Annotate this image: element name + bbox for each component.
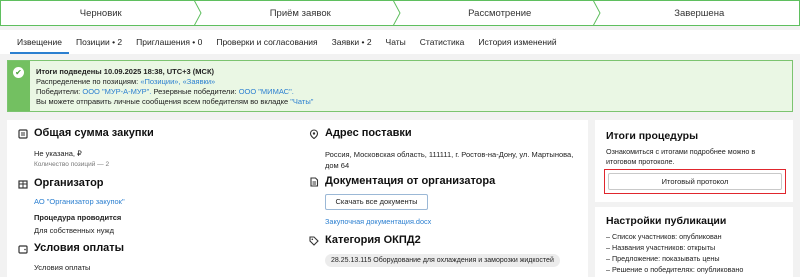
step-completed: Завершена (599, 0, 800, 26)
notice-line-winners: Победители: ООО "МУР-А-МУР". Резервные п… (36, 87, 313, 97)
procurement-info-card: Общая сумма закупки Не указана, ₽ Количе… (7, 120, 588, 277)
list-item: Предложение: показывать цены (606, 253, 743, 264)
wallet-icon (18, 245, 28, 254)
payment-value: Условия оплаты (34, 263, 91, 272)
tab-checks[interactable]: Проверки и согласования (209, 30, 324, 54)
org-title: Организатор (34, 177, 104, 189)
final-protocol-button[interactable]: Итоговый протокол (608, 173, 782, 190)
publication-title: Настройки публикации (606, 215, 727, 227)
list-item: Список участников: опубликован (606, 231, 743, 242)
procedure-value: Для собственных нужд (34, 226, 114, 235)
check-icon: ✔ (13, 67, 24, 78)
results-text: Ознакомиться с итогами подробнее можно в… (606, 147, 756, 166)
money-icon (18, 129, 28, 139)
docs-title: Документация от организатора (325, 175, 496, 187)
positions-link[interactable]: «Позиции», (140, 77, 180, 86)
list-item: Названия участников: открыты (606, 242, 743, 253)
status-stepper: Черновик Приём заявок Рассмотрение Завер… (0, 0, 800, 26)
step-label: Приём заявок (269, 7, 331, 19)
document-icon (310, 177, 319, 187)
step-arrow-icon (193, 0, 202, 26)
tab-history[interactable]: История изменений (471, 30, 563, 54)
tab-chats[interactable]: Чаты (379, 30, 413, 54)
tab-notice[interactable]: Извещение (10, 30, 69, 54)
doc-link[interactable]: Закупочная документация.docx (325, 217, 431, 226)
location-pin-icon (309, 129, 319, 139)
step-draft: Черновик (0, 0, 202, 26)
notice-bar: ✔ (8, 61, 30, 111)
list-item: Решение о победителях: опубликовано (606, 264, 743, 275)
notice-text: Распределение по позициям: (36, 77, 139, 86)
category-icon (309, 236, 319, 246)
step-arrow-icon (393, 0, 401, 26)
notice-text: Победители: (36, 87, 81, 96)
notice-line-distribution: Распределение по позициям: «Позиции», «З… (36, 77, 313, 87)
organizer-link[interactable]: АО "Организатор закупок" (34, 197, 125, 206)
payment-title: Условия оплаты (34, 242, 125, 254)
address-title: Адрес поставки (325, 127, 412, 139)
total-title: Общая сумма закупки (34, 127, 154, 139)
results-notice: ✔ Итоги подведены 10.09.2025 18:38, UTC+… (7, 60, 793, 112)
tab-applications[interactable]: Заявки • 2 (325, 30, 379, 54)
total-value: Не указана, ₽ (34, 149, 82, 158)
tab-statistics[interactable]: Статистика (413, 30, 472, 54)
okpd-tag: 28.25.13.115 Оборудование для охлаждения… (325, 254, 560, 267)
download-all-button[interactable]: Скачать все документы (325, 194, 428, 210)
notice-title: Итоги подведены 10.09.2025 18:38, UTC+3 … (36, 67, 215, 76)
step-label: Рассмотрение (468, 7, 532, 19)
chats-link[interactable]: "Чаты" (290, 97, 313, 106)
tab-invitations[interactable]: Приглашения • 0 (129, 30, 209, 54)
building-icon (18, 180, 28, 189)
publication-list: Список участников: опубликован Названия … (606, 231, 743, 275)
applications-link[interactable]: «Заявки» (183, 77, 216, 86)
step-label: Черновик (79, 7, 122, 19)
okpd-title: Категория ОКПД2 (325, 234, 421, 246)
notice-text: Вы можете отправить личные сообщения все… (36, 97, 289, 106)
step-review: Рассмотрение (400, 0, 601, 26)
notice-text: Резервные победители: (153, 87, 237, 96)
address-value: Россия, Московская область, 111111, г. Р… (325, 150, 574, 170)
winner-link[interactable]: ООО "МУР-А-МУР". (82, 87, 151, 96)
reserve-winner-link[interactable]: ООО "МИМАС". (239, 87, 294, 96)
step-label: Завершена (674, 7, 725, 19)
tabs-bar: Извещение Позиции • 2 Приглашения • 0 Пр… (0, 30, 800, 54)
notice-line-chats: Вы можете отправить личные сообщения все… (36, 97, 313, 107)
results-card: Итоги процедуры Ознакомиться с итогами п… (595, 120, 793, 202)
tab-positions[interactable]: Позиции • 2 (69, 30, 129, 54)
results-title: Итоги процедуры (606, 130, 699, 142)
procedure-title: Процедура проводится (34, 213, 122, 222)
publication-settings-card: Настройки публикации Список участников: … (595, 207, 793, 277)
step-accepting: Приём заявок (200, 0, 401, 26)
positions-count: Количество позиций — 2 (34, 161, 110, 168)
step-arrow-icon (592, 0, 601, 26)
